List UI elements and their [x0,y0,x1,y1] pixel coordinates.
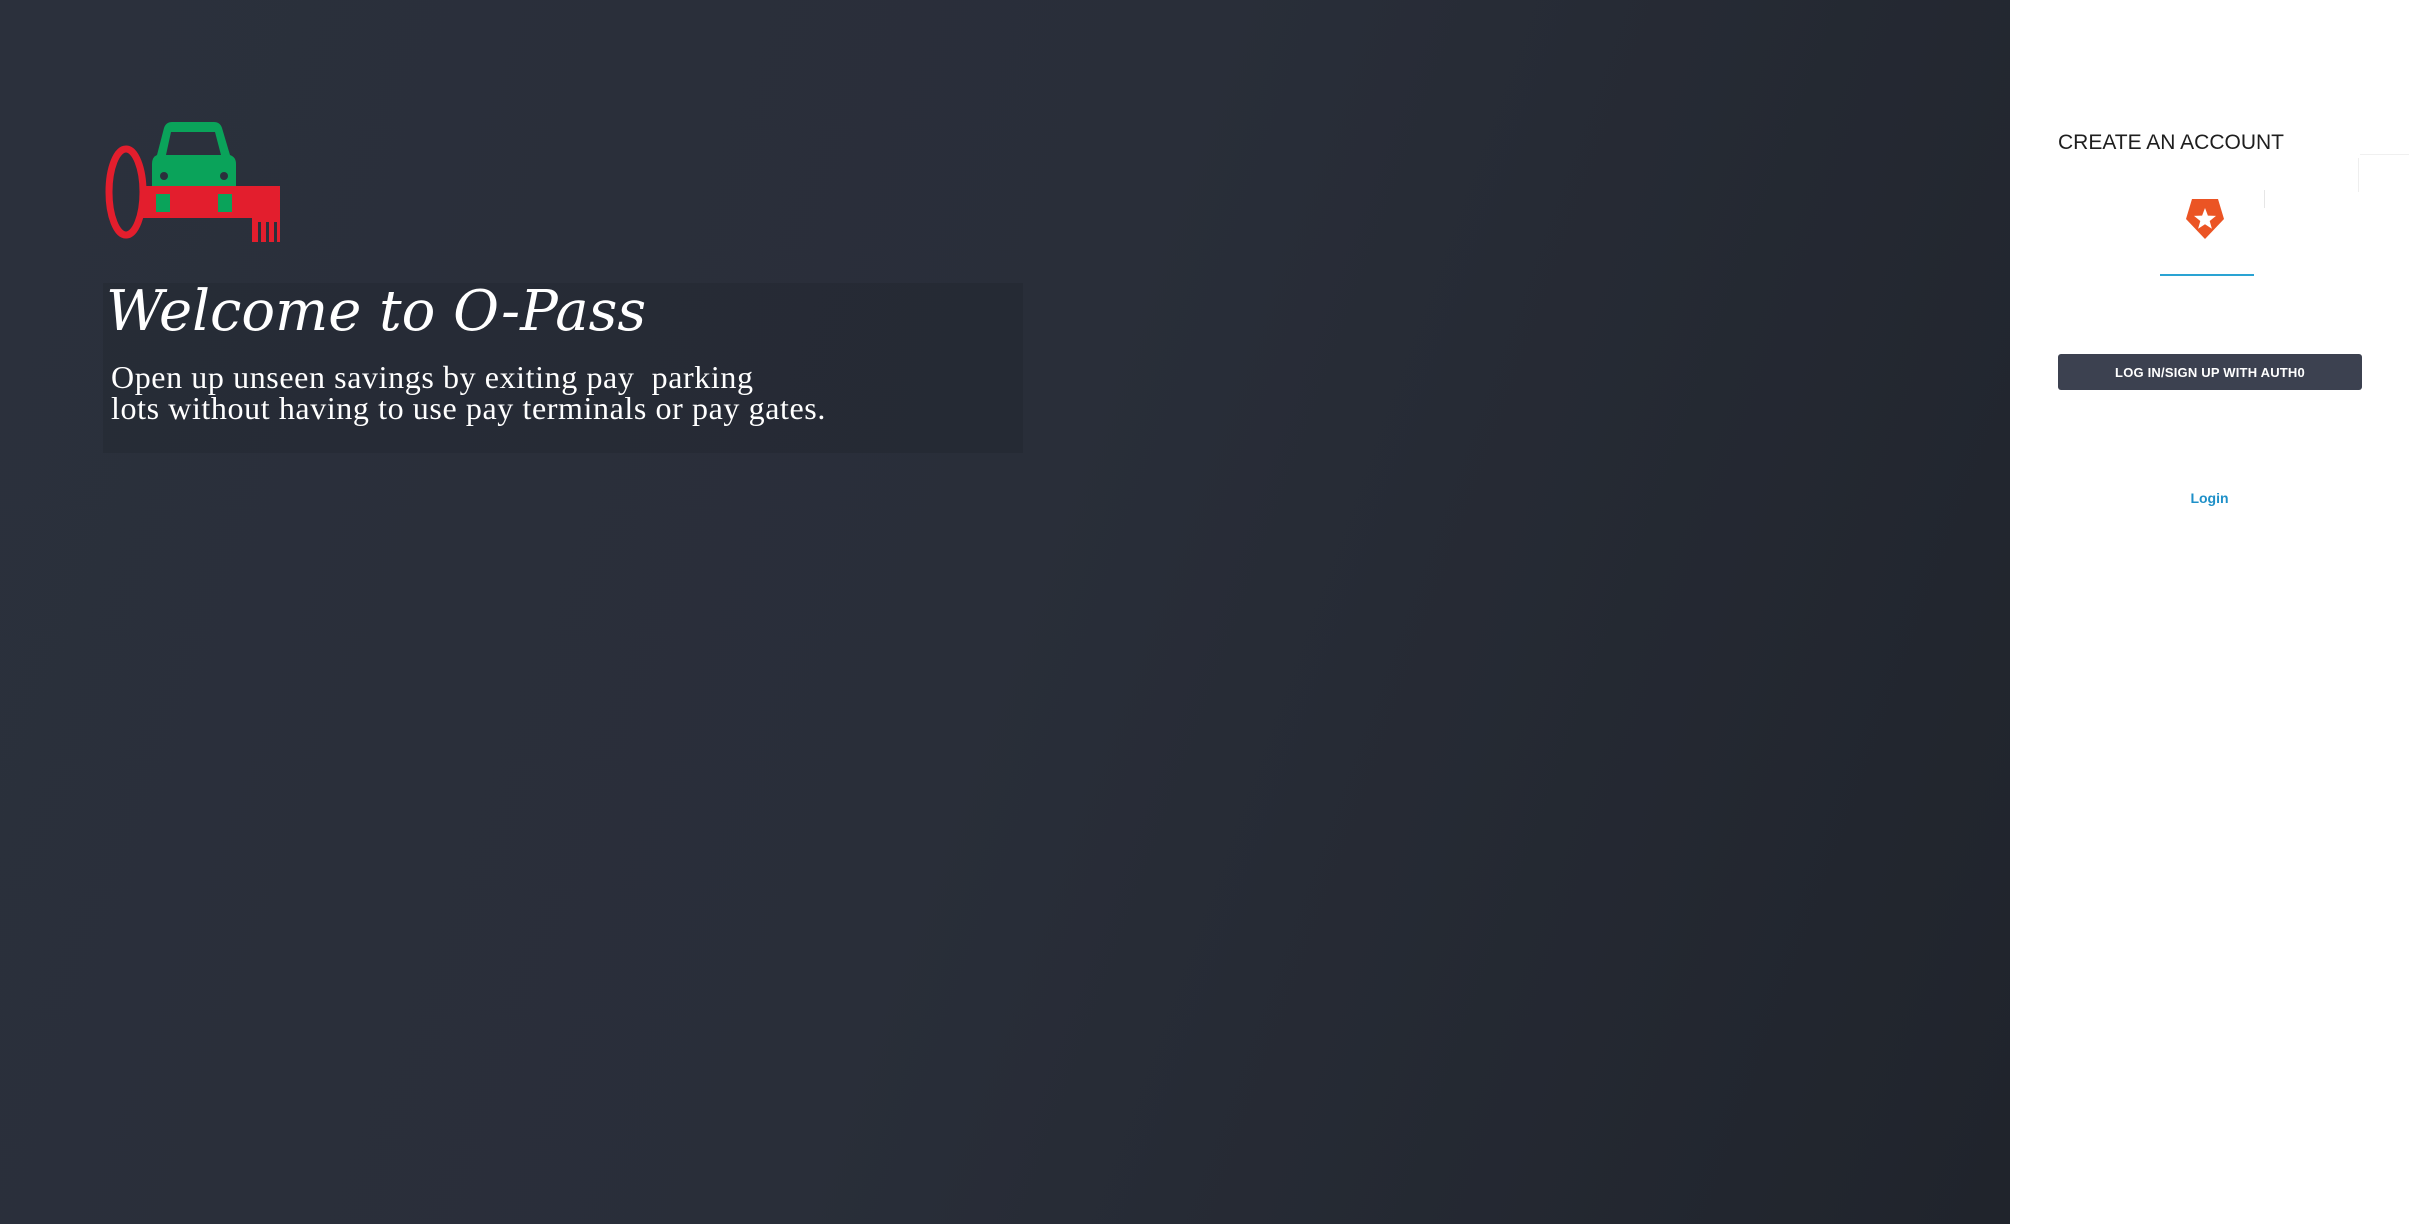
login-link[interactable]: Login [2010,488,2409,508]
car-key-logo-icon [104,118,284,248]
page: Welcome to O-Pass Open up unseen savings… [0,0,2409,1224]
divider [2264,190,2265,208]
tagline-line: lots without having to use pay terminals… [111,390,826,426]
divider [2358,158,2359,192]
signup-title: CREATE AN ACCOUNT [2058,131,2284,154]
welcome-title: Welcome to O-Pass [106,279,647,344]
auth0-login-signup-button[interactable]: LOG IN/SIGN UP WITH AUTH0 [2058,354,2362,390]
tagline: Open up unseen savings by exiting pay pa… [111,359,1071,426]
auth0-icon [2184,197,2226,241]
divider [2360,154,2409,155]
signup-panel: CREATE AN ACCOUNT LOG IN/SIGN UP WITH AU… [2010,0,2409,1224]
welcome-panel: Welcome to O-Pass Open up unseen savings… [0,0,2010,1224]
tagline-line: Open up unseen savings by exiting pay pa… [111,359,754,395]
